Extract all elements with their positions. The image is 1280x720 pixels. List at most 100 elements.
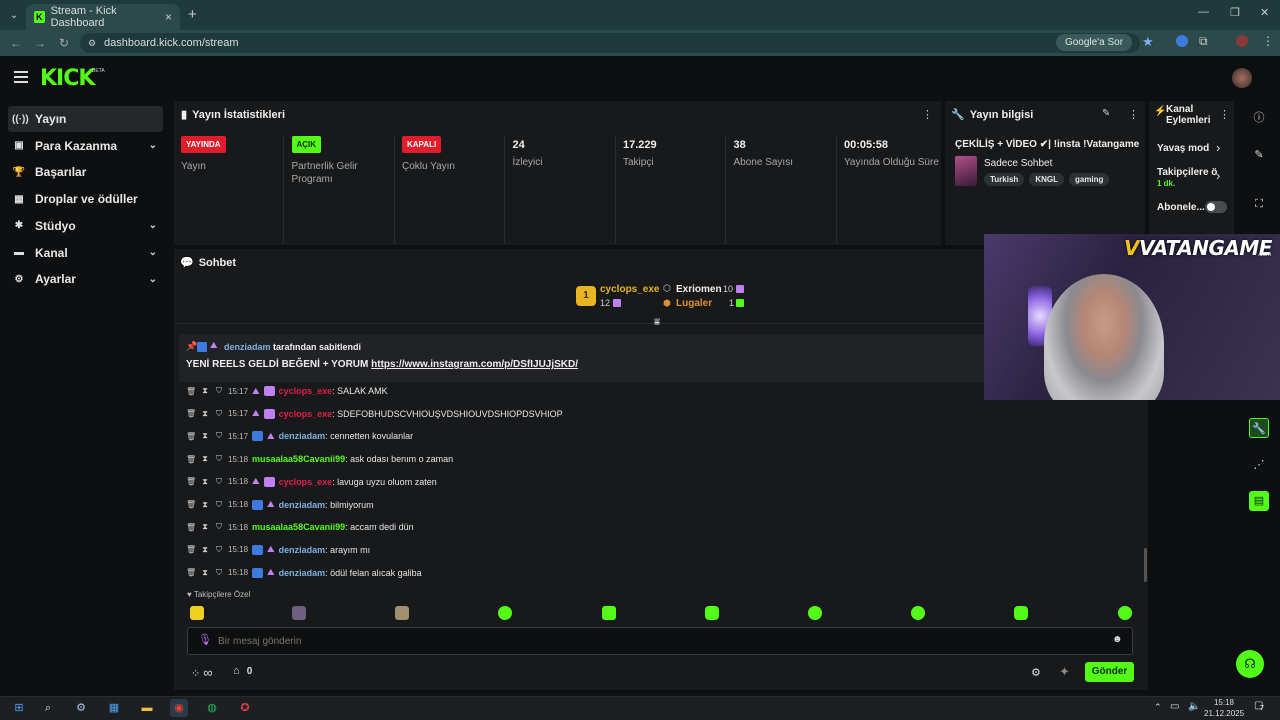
ban-icon[interactable]: ⛉ [214,409,224,419]
send-button[interactable]: Gönder [1085,662,1134,682]
wrench-tool-icon[interactable]: 🔧 [1249,418,1269,438]
sidebar-item-6[interactable]: ⚙ Ayarlar ⌄ [8,266,163,292]
tag[interactable]: gaming [1068,173,1110,186]
gift-display[interactable]: ⌂ 0 [233,665,252,677]
pinned-link[interactable]: https://www.instagram.com/p/DSfIJUJjSKD/ [371,359,578,370]
chat-username[interactable]: denziadam [279,500,326,510]
forward-icon[interactable]: → [28,36,52,50]
kick-logo[interactable]: KICK [40,66,95,91]
site-info-icon[interactable]: ⚙ [88,38,96,49]
support-headset-icon[interactable]: ☊ [1236,650,1264,678]
delete-icon[interactable]: 🗑 [186,387,196,396]
sidebar-item-5[interactable]: ▬ Kanal ⌄ [8,240,163,266]
leader-second-name[interactable]: Exriomen [676,284,722,295]
back-icon[interactable]: ← [4,36,28,50]
tray-chevron-icon[interactable]: ⌃ [1154,702,1162,713]
chevron-down-icon[interactable]: ⌄ [149,247,157,258]
timeout-icon[interactable]: ⧗ [200,477,210,487]
leader-first-name[interactable]: cyclops_exe [600,284,660,295]
emoji-icon[interactable]: ☻ [1112,634,1123,645]
chat-username[interactable]: denziadam [279,568,326,578]
search-icon[interactable]: ⌕ [39,699,57,717]
actions-menu-icon[interactable]: ⋮ [1219,108,1230,121]
tab-close-icon[interactable]: × [165,10,172,24]
timeout-icon[interactable]: ⧗ [200,431,210,441]
chat-username[interactable]: denziadam [279,431,326,441]
emote[interactable] [292,606,306,620]
slow-mode-label[interactable]: Yavaş mod [1157,143,1209,154]
followers-only-label[interactable]: Takipçilere ö [1157,167,1217,178]
subscribers-only-label[interactable]: Abonele... [1157,202,1205,213]
points-display[interactable]: ⁘ ∞ [191,665,213,680]
new-tab-button[interactable]: + [188,6,197,23]
info-icon[interactable]: ⓘ [1249,108,1269,128]
chevron-down-icon[interactable]: ⌄ [149,140,157,151]
store-icon[interactable]: ▦ [105,699,123,717]
collapse-leaderboard-icon[interactable]: ⩸ [654,317,660,328]
delete-icon[interactable]: 🗑 [186,477,196,486]
edit-icon[interactable]: ✎ [1102,108,1110,119]
chat-username[interactable]: denziadam [279,545,326,555]
emote[interactable] [190,606,204,620]
chat-username[interactable]: cyclops_exe [279,477,333,487]
sidebar-item-1[interactable]: ▣ Para Kazanma ⌄ [8,133,163,159]
volume-icon[interactable]: 🔈 [1188,701,1200,712]
chat-username[interactable]: cyclops_exe [279,409,333,419]
ban-icon[interactable]: ⛉ [214,522,224,532]
expand-icon[interactable]: ⛶ [1249,194,1269,214]
chevron-right-icon[interactable]: › [1216,140,1220,155]
chat-scrollbar[interactable] [1144,548,1147,582]
sidebar-item-0[interactable]: ((·)) Yayın [8,106,163,132]
chat-message-input[interactable] [218,631,1098,651]
delete-icon[interactable]: 🗑 [186,500,196,509]
ban-icon[interactable]: ⛉ [214,500,224,510]
delete-icon[interactable]: 🗑 [186,455,196,464]
star-icon[interactable]: ★ [1142,34,1154,50]
clock[interactable]: 15:18 21.12.2025 [1204,697,1244,719]
microphone-icon[interactable]: 🎙 [198,633,212,646]
chevron-down-icon[interactable]: ⌄ [149,274,157,285]
extensions-icon[interactable]: ⧉ [1199,34,1208,49]
user-avatar[interactable] [1232,68,1252,88]
windows-start-icon[interactable]: ⊞ [10,699,28,717]
reload-icon[interactable]: ↻ [52,36,76,50]
stats-menu-icon[interactable]: ⋮ [922,108,933,121]
chevron-right-icon[interactable]: › [1216,168,1220,183]
share-icon[interactable]: ⋰ [1249,455,1269,475]
sidebar-item-3[interactable]: ▦ Droplar ve ödüller [8,186,163,212]
browser-menu-icon[interactable]: ⋮ [1262,34,1274,48]
chevron-down-icon[interactable]: ⌄ [149,220,157,231]
timeout-icon[interactable]: ⧗ [200,568,210,578]
ban-icon[interactable]: ⛉ [214,568,224,578]
chat-bot-icon[interactable]: ✦ [1059,664,1070,680]
minimize-icon[interactable]: — [1198,6,1209,18]
ban-icon[interactable]: ⛉ [214,454,224,464]
subscribers-only-toggle[interactable] [1205,201,1227,213]
close-window-icon[interactable]: ✕ [1260,6,1269,19]
chrome-icon[interactable]: ◉ [170,699,188,717]
delete-icon[interactable]: 🗑 [186,568,196,577]
delete-icon[interactable]: 🗑 [186,432,196,441]
delete-icon[interactable]: 🗑 [186,545,196,554]
chat-settings-icon[interactable]: ⚙ [1031,666,1041,679]
emote[interactable] [808,606,822,620]
delete-icon[interactable]: 🗑 [186,523,196,532]
leader-third-name[interactable]: Lugaler [676,298,712,309]
tab-search-icon[interactable]: ⌄ [6,7,22,23]
ban-icon[interactable]: ⛉ [214,545,224,555]
emote[interactable] [705,606,719,620]
network-icon[interactable]: ▭ [1170,701,1179,712]
delete-icon[interactable]: 🗑 [186,409,196,418]
emote[interactable] [602,606,616,620]
pinner-name[interactable]: denziadam [224,342,271,352]
ban-icon[interactable]: ⛉ [214,477,224,487]
timeout-icon[interactable]: ⧗ [200,454,210,464]
category-name[interactable]: Sadece Sohbet [984,158,1052,169]
hamburger-menu-icon[interactable] [14,71,28,83]
chat-username[interactable]: musaalaa58Cavanii99 [252,454,345,464]
timeout-icon[interactable]: ⧗ [200,386,210,396]
timeout-icon[interactable]: ⧗ [200,522,210,532]
app-icon[interactable]: ✪ [236,699,254,717]
clapper-icon[interactable]: ▤ [1249,491,1269,511]
extension-icon[interactable] [1176,35,1188,47]
